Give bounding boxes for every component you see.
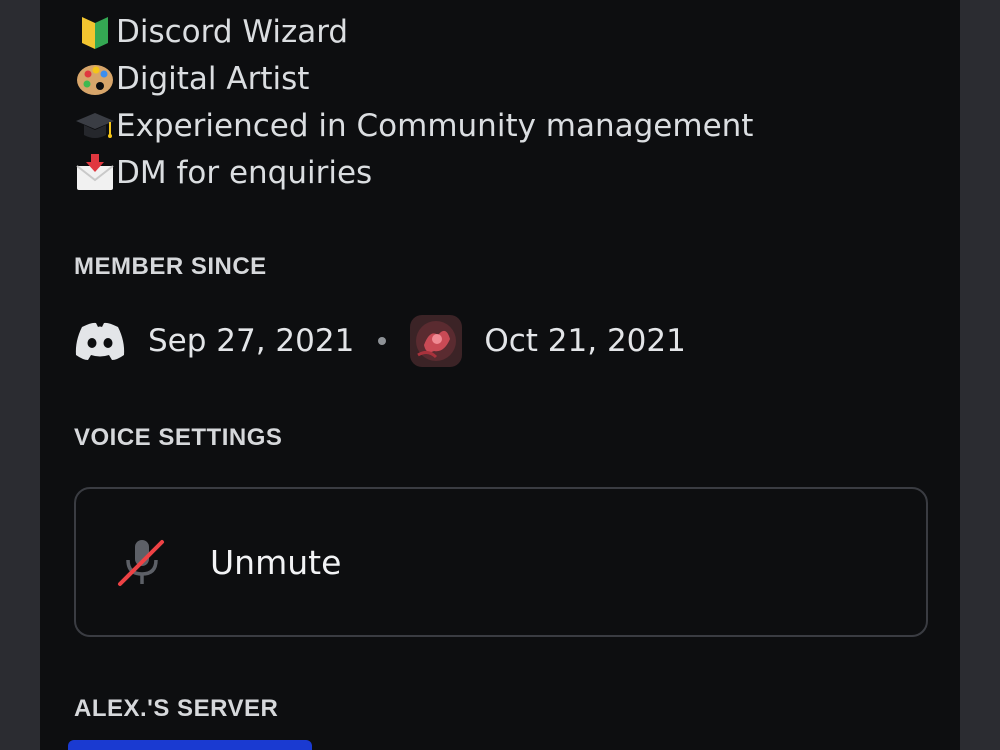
bio-line-text: DM for enquiries <box>116 154 373 191</box>
bio-line-text: Digital Artist <box>116 60 310 97</box>
bio-line-discord-wizard: Discord Wizard <box>74 8 753 55</box>
profile-panel: Discord Wizard Digital Artist Experience… <box>40 0 960 750</box>
bio: Discord Wizard Digital Artist Experience… <box>74 8 753 196</box>
server-section-title: ALEX.'S SERVER <box>74 695 279 722</box>
server-card-partial[interactable] <box>68 740 312 750</box>
discord-logo-icon <box>75 322 125 360</box>
artist-palette-icon <box>77 64 113 95</box>
incoming-envelope-icon <box>76 153 114 190</box>
unmute-label: Unmute <box>210 542 342 582</box>
beginner-badge-icon <box>82 16 108 49</box>
server-avatar[interactable] <box>410 315 463 367</box>
bio-line-digital-artist: Digital Artist <box>74 55 753 102</box>
separator-dot <box>378 337 387 345</box>
bio-line-dm: DM for enquiries <box>74 149 753 196</box>
server-avatar-image <box>410 315 463 367</box>
bio-line-text: Experienced in Community management <box>116 107 754 144</box>
member-since-row: Sep 27, 2021 Oct 21, 2021 <box>74 314 686 368</box>
bio-line-text: Discord Wizard <box>116 13 349 50</box>
bio-line-community: Experienced in Community management <box>74 102 753 149</box>
discord-member-date: Sep 27, 2021 <box>148 323 355 359</box>
member-since-title: MEMBER SINCE <box>74 253 267 280</box>
unmute-button[interactable]: Unmute <box>74 487 928 637</box>
voice-settings-title: VOICE SETTINGS <box>74 424 283 451</box>
server-member-date: Oct 21, 2021 <box>484 323 686 359</box>
microphone-muted-icon <box>118 540 164 586</box>
graduation-cap-icon <box>76 112 114 138</box>
